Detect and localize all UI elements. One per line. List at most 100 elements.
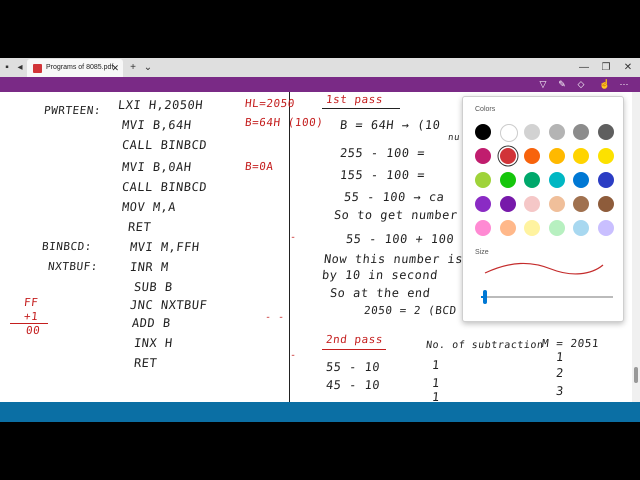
color-swatch[interactable] — [548, 220, 565, 236]
color-swatch[interactable] — [524, 172, 540, 188]
more-icon[interactable]: ⋯ — [617, 77, 631, 92]
tab-title: Programs of 8085.pdf — [46, 64, 114, 71]
m-value-1: 1 — [555, 350, 565, 364]
color-swatch[interactable] — [573, 124, 589, 140]
note-ff: FF — [23, 296, 39, 309]
right-l9: 2050 = 2 (BCD — [363, 304, 458, 317]
row-45-10: 45 - 10 — [325, 378, 381, 392]
code-line: INX H — [133, 336, 174, 350]
count-3: 1 — [431, 390, 441, 402]
restore-button[interactable]: ❐ — [596, 58, 616, 77]
note-b0a: B=0A — [244, 160, 275, 173]
ink-toolbar: ▽ ✎ ◇ ☝ ⋯ — [0, 77, 640, 92]
code-line: NXTBUF: — [47, 260, 99, 273]
color-swatch[interactable] — [548, 196, 565, 212]
count-1: 1 — [431, 358, 441, 372]
col-m-header: M = 2051 — [541, 337, 600, 350]
vertical-scrollbar[interactable] — [632, 92, 640, 402]
minimize-button[interactable]: — — [574, 58, 594, 77]
color-swatch[interactable] — [499, 172, 516, 188]
code-line: RET — [127, 220, 152, 234]
tab-preview-icon[interactable]: ◂ — [14, 58, 26, 77]
color-swatch[interactable] — [475, 196, 491, 212]
color-swatch[interactable] — [499, 148, 516, 164]
red-dash-2: - - — [264, 312, 286, 323]
pen-icon[interactable]: ✎ — [555, 77, 569, 92]
new-tab-button[interactable]: + — [126, 58, 140, 77]
color-swatch[interactable] — [499, 196, 516, 212]
red-dash-1: - — [289, 232, 298, 243]
color-swatch[interactable] — [548, 124, 565, 140]
code-line: JNC NXTBUF — [129, 298, 208, 312]
size-slider-track[interactable] — [481, 296, 613, 298]
note-zero: 00 — [25, 324, 41, 337]
code-line: MVI M,FFH — [129, 240, 201, 254]
code-line: SUB B — [133, 280, 174, 294]
tab-actions-icon[interactable]: ▪ — [0, 58, 14, 77]
tab-programs-pdf[interactable]: Programs of 8085.pdf ✕ — [27, 59, 123, 77]
right-l3: 55 - 100 → ca — [343, 190, 446, 204]
m-value-3: 3 — [555, 384, 565, 398]
color-swatch[interactable] — [597, 124, 614, 140]
touch-writing-icon[interactable]: ☝ — [598, 77, 612, 92]
code-line: MVI B,64H — [121, 118, 193, 132]
note-plus1: +1 — [23, 310, 39, 323]
color-swatch[interactable] — [524, 196, 540, 212]
color-swatch[interactable] — [475, 220, 491, 236]
color-swatch[interactable] — [524, 148, 540, 164]
color-swatch[interactable] — [475, 172, 491, 188]
right-l4: So to get number — [333, 208, 459, 222]
right-l2: 155 - 100 = — [339, 168, 426, 182]
color-swatch[interactable] — [573, 148, 589, 164]
right-l6: Now this number is — [323, 252, 464, 266]
right-b-eq: B = 64H → (10 — [339, 118, 442, 132]
col-subtraction-header: No. of subtraction — [425, 340, 544, 351]
eraser-icon[interactable]: ◇ — [574, 77, 588, 92]
second-pass-underline — [322, 349, 386, 350]
close-tab-icon[interactable]: ✕ — [111, 59, 119, 77]
color-swatch[interactable] — [475, 124, 491, 140]
color-swatch[interactable] — [573, 220, 589, 236]
color-swatch[interactable] — [597, 172, 614, 188]
color-swatch[interactable] — [573, 172, 589, 188]
colors-label: Colors — [475, 106, 496, 113]
note-hl: HL=2050 — [244, 97, 296, 110]
color-swatch[interactable] — [548, 148, 565, 164]
code-line: BINBCD: — [41, 240, 93, 253]
red-dash-3: - — [289, 350, 298, 361]
note-b64: B=64H (100) — [244, 116, 325, 129]
row-55-10: 55 - 10 — [325, 360, 381, 374]
size-label: Size — [475, 249, 489, 256]
color-swatch[interactable] — [499, 220, 516, 236]
color-swatch[interactable] — [597, 196, 614, 212]
taskbar-strip — [0, 402, 640, 422]
close-window-button[interactable]: ✕ — [618, 58, 638, 77]
color-swatch[interactable] — [524, 124, 540, 140]
right-l8: So at the end — [329, 286, 432, 300]
color-swatch[interactable] — [499, 124, 518, 142]
code-line: MOV M,A — [121, 200, 177, 214]
note-first-pass: 1st pass — [325, 93, 384, 106]
pdf-icon — [33, 64, 42, 73]
code-line: RET — [133, 356, 158, 370]
pen-color-flyout: Colors Size — [462, 96, 624, 322]
color-swatch[interactable] — [597, 220, 614, 236]
color-swatch[interactable] — [573, 196, 589, 212]
first-pass-underline — [322, 108, 400, 109]
m-value-2: 2 — [555, 366, 565, 380]
tab-bar: ▪ ◂ Programs of 8085.pdf ✕ + ⌄ — ❐ ✕ — [0, 58, 640, 77]
code-line: CALL BINBCD — [121, 180, 208, 194]
code-line: PWRTEEN: — [43, 104, 102, 117]
code-line: CALL BINBCD — [121, 138, 208, 152]
color-swatch[interactable] — [475, 148, 491, 164]
highlighter-icon[interactable]: ▽ — [536, 77, 550, 92]
size-slider-thumb[interactable] — [482, 290, 487, 304]
code-line: LXI H,2050H — [117, 98, 204, 112]
color-swatch[interactable] — [597, 148, 614, 164]
tab-dropdown-icon[interactable]: ⌄ — [142, 58, 154, 77]
color-swatch[interactable] — [548, 172, 565, 188]
code-line: INR M — [129, 260, 170, 274]
scrollbar-thumb[interactable] — [634, 367, 638, 383]
code-line: ADD B — [131, 316, 172, 330]
color-swatch[interactable] — [524, 220, 540, 236]
